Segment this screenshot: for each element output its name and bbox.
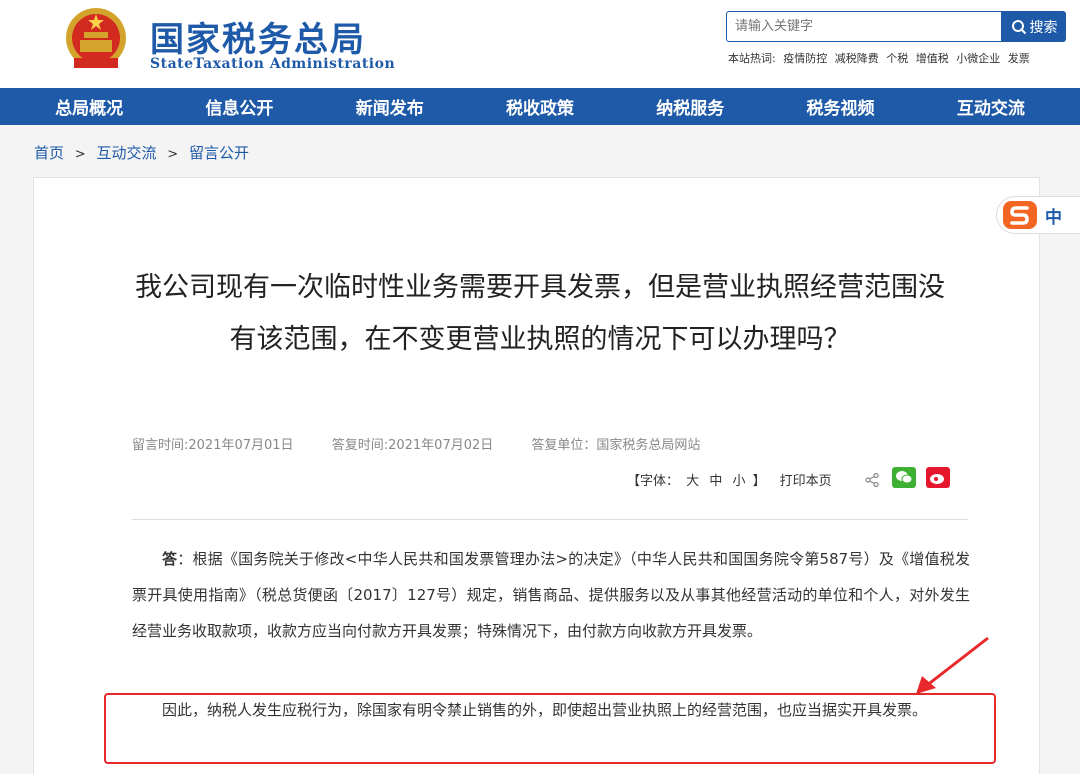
input-method-widget[interactable]: 中 bbox=[996, 196, 1080, 234]
weibo-icon[interactable] bbox=[926, 467, 950, 488]
ime-mode-label: 中 bbox=[1045, 207, 1062, 228]
answer-paragraph-1: 答：根据《国务院关于修改<中华人民共和国发票管理办法>的决定》（中华人民共和国国… bbox=[132, 541, 970, 649]
print-link[interactable]: 打印本页 bbox=[780, 470, 832, 489]
search-button[interactable]: 搜索 bbox=[1002, 11, 1066, 42]
question-time: 留言时间:2021年07月01日 bbox=[132, 438, 294, 453]
font-size-control: 【字体： 大 中 小 】 bbox=[627, 470, 766, 489]
share-icon[interactable] bbox=[864, 472, 880, 488]
breadcrumb-separator: > bbox=[74, 147, 86, 162]
highlight-annotation-box bbox=[104, 693, 996, 764]
sogou-logo-icon bbox=[1003, 201, 1037, 229]
main-nav: 总局概况 信息公开 新闻发布 税收政策 纳税服务 税务视频 互动交流 bbox=[0, 88, 1080, 125]
search-icon bbox=[1011, 19, 1026, 34]
font-size-medium[interactable]: 中 bbox=[709, 474, 722, 489]
weibo-glyph-icon bbox=[930, 474, 944, 484]
breadcrumb-interaction[interactable]: 互动交流 bbox=[96, 144, 156, 162]
hot-words-label: 本站热词: bbox=[728, 52, 776, 65]
article-tools: 【字体： 大 中 小 】 打印本页 bbox=[627, 470, 832, 489]
nav-item-news[interactable]: 新闻发布 bbox=[356, 94, 424, 119]
nav-item-interaction[interactable]: 互动交流 bbox=[957, 94, 1025, 119]
hot-word-link[interactable]: 个税 bbox=[886, 52, 908, 65]
annotation-arrow-icon bbox=[916, 636, 989, 694]
wechat-icon[interactable] bbox=[892, 467, 916, 488]
answer-label: 答 bbox=[162, 550, 178, 568]
content-divider bbox=[132, 519, 968, 520]
hot-word-link[interactable]: 增值税 bbox=[916, 52, 949, 65]
nav-item-info-disclosure[interactable]: 信息公开 bbox=[205, 94, 273, 119]
site-logo-title[interactable]: 国家税务总局 bbox=[150, 12, 366, 61]
hot-word-link[interactable]: 减税降费 bbox=[835, 52, 879, 65]
breadcrumb: 首页 > 互动交流 > 留言公开 bbox=[34, 142, 249, 163]
search-button-label: 搜索 bbox=[1029, 19, 1058, 36]
font-size-large[interactable]: 大 bbox=[686, 474, 699, 489]
nav-item-tax-service[interactable]: 纳税服务 bbox=[656, 94, 724, 119]
hot-word-link[interactable]: 小微企业 bbox=[956, 52, 1000, 65]
font-size-end: 】 bbox=[752, 474, 766, 489]
font-size-small[interactable]: 小 bbox=[732, 474, 745, 489]
national-emblem-icon[interactable] bbox=[62, 4, 130, 74]
wechat-glyph-icon bbox=[896, 471, 913, 484]
font-size-label: 【字体： bbox=[627, 474, 680, 489]
hot-word-link[interactable]: 发票 bbox=[1008, 52, 1030, 65]
hot-words: 本站热词: 疫情防控 减税降费 个税 增值税 小微企业 发票 bbox=[728, 50, 1034, 66]
site-logo-subtitle[interactable]: StateTaxation Administration bbox=[150, 56, 395, 72]
answer-unit: 答复单位：国家税务总局网站 bbox=[531, 438, 701, 453]
hot-word-link[interactable]: 疫情防控 bbox=[783, 52, 827, 65]
breadcrumb-home[interactable]: 首页 bbox=[34, 144, 64, 162]
nav-item-overview[interactable]: 总局概况 bbox=[55, 94, 123, 119]
nav-item-tax-policy[interactable]: 税收政策 bbox=[506, 94, 574, 119]
search-input[interactable] bbox=[726, 11, 1002, 42]
article-meta: 留言时间:2021年07月01日 答复时间:2021年07月02日 答复单位：国… bbox=[132, 434, 734, 453]
answer-text-1: ：根据《国务院关于修改<中华人民共和国发票管理办法>的决定》（中华人民共和国国务… bbox=[132, 550, 970, 640]
breadcrumb-messages[interactable]: 留言公开 bbox=[189, 144, 249, 162]
site-header: 国家税务总局 StateTaxation Administration 搜索 本… bbox=[0, 0, 1080, 88]
nav-item-tax-video[interactable]: 税务视频 bbox=[807, 94, 875, 119]
answer-time: 答复时间:2021年07月02日 bbox=[331, 438, 494, 453]
article-title: 我公司现有一次临时性业务需要开具发票，但是营业执照经营范围没有该范围，在不变更营… bbox=[135, 272, 945, 355]
breadcrumb-separator: > bbox=[167, 147, 179, 162]
